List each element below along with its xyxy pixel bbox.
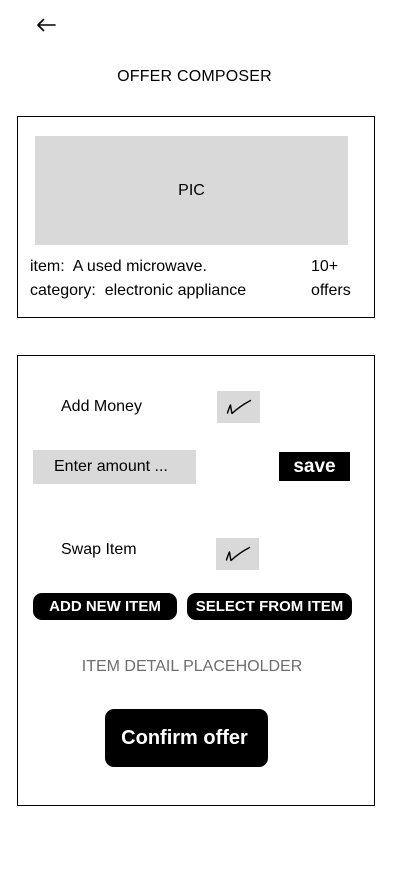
select-from-item-button[interactable]: SELECT FROM ITEM <box>187 593 352 620</box>
offers-number: 10+ <box>311 258 339 275</box>
item-value: A used microwave. <box>72 258 207 275</box>
confirm-offer-button[interactable]: Confirm offer <box>105 709 268 767</box>
offers-label: offers <box>311 282 351 299</box>
checkmark-icon <box>226 399 251 415</box>
offers-count: 10+ offers <box>311 255 371 303</box>
page-title: OFFER COMPOSER <box>117 68 272 85</box>
add-new-item-button[interactable]: ADD NEW ITEM <box>33 593 177 620</box>
add-money-checkbox[interactable] <box>217 391 260 423</box>
item-picture: PIC <box>35 136 348 245</box>
item-info: item: A used microwave. <box>30 255 207 279</box>
save-button[interactable]: save <box>279 452 350 481</box>
item-detail-placeholder: ITEM DETAIL PLACEHOLDER <box>81 658 303 675</box>
back-button[interactable] <box>30 10 62 40</box>
category-info: category: electronic appliance <box>30 279 246 303</box>
item-label: item: <box>30 258 65 275</box>
category-label: category: <box>30 282 96 299</box>
pic-label: PIC <box>178 181 205 199</box>
arrow-left-icon <box>37 18 56 32</box>
swap-item-checkbox[interactable] <box>216 538 259 570</box>
swap-item-label: Swap Item <box>61 541 137 558</box>
category-value: electronic appliance <box>104 282 247 299</box>
checkmark-icon <box>225 546 250 562</box>
amount-input[interactable] <box>33 450 196 484</box>
add-money-label: Add Money <box>61 398 142 415</box>
